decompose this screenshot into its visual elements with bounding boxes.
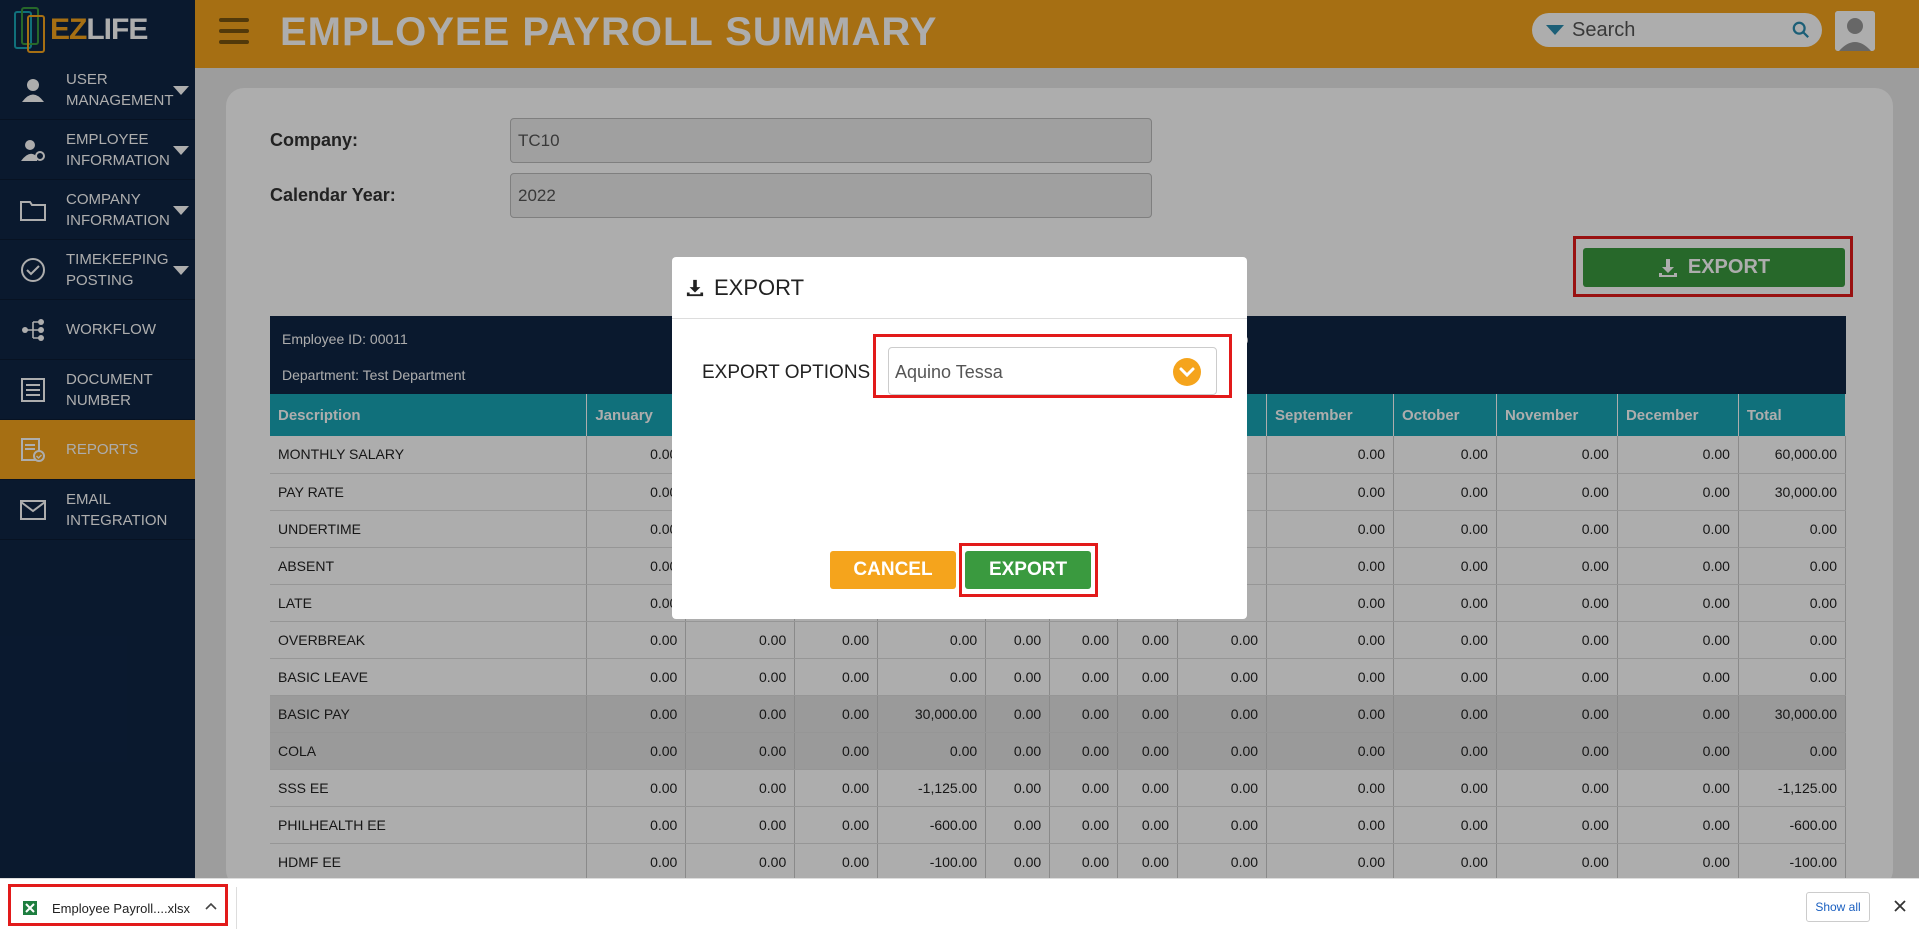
download-file-name: Employee Payroll....xlsx <box>52 900 190 916</box>
cancel-button[interactable]: CANCEL <box>830 551 956 589</box>
show-all-button[interactable]: Show all <box>1806 892 1870 922</box>
chevron-up-icon[interactable] <box>205 902 217 910</box>
close-icon[interactable] <box>1893 899 1907 913</box>
selected-option: Aquino Tessa <box>895 362 1003 382</box>
download-bar: Employee Payroll....xlsx Show all <box>0 878 1919 936</box>
chevron-down-icon[interactable] <box>1173 358 1201 386</box>
excel-file-icon <box>23 901 37 915</box>
export-dialog: EXPORT EXPORT OPTIONS Aquino Tessa CANCE… <box>672 257 1247 619</box>
dialog-export-button[interactable]: EXPORT <box>965 551 1091 589</box>
download-item[interactable]: Employee Payroll....xlsx <box>14 889 224 927</box>
app-window: EZLIFE USER MANAGEMENT EMPLOYEE INFORMATI… <box>0 0 1919 936</box>
export-options-select[interactable]: Aquino Tessa <box>888 347 1217 395</box>
dialog-header: EXPORT <box>672 257 1247 319</box>
dialog-title: EXPORT <box>714 274 805 300</box>
divider <box>236 887 237 929</box>
export-options-label: EXPORT OPTIONS <box>702 362 871 383</box>
download-icon <box>686 279 704 296</box>
